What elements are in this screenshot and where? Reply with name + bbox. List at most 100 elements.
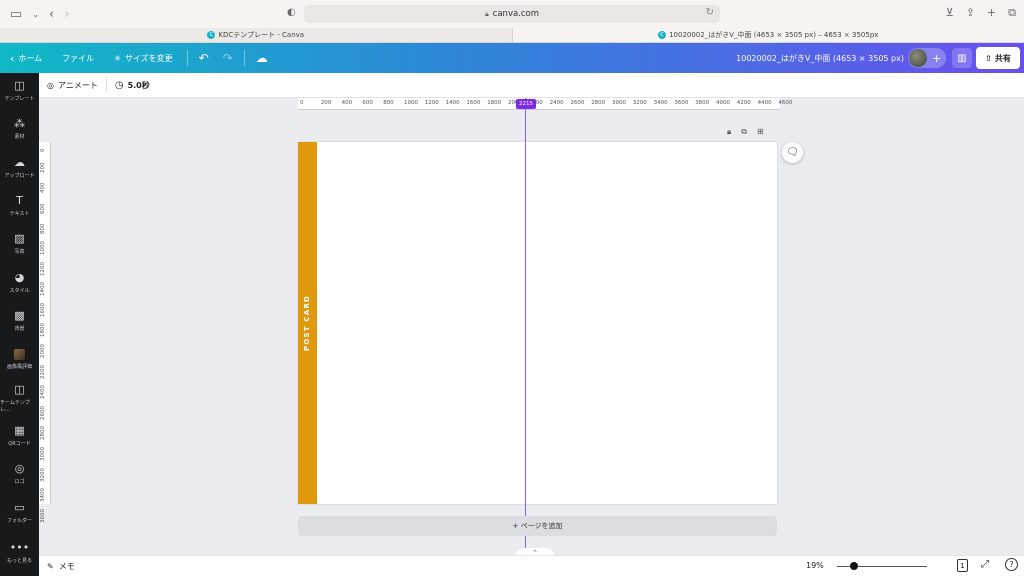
avatar[interactable] (909, 49, 927, 67)
post-card-text[interactable]: POST CARD (303, 295, 311, 351)
ruler-tick: 0 (40, 148, 46, 153)
editor-header: ‹ ホーム ファイル ✳ サイズを変更 ↶ ↷ ☁ 10020002_はがきV_… (0, 43, 1024, 73)
lock-page-icon[interactable]: 🔒︎ (727, 127, 731, 137)
sidebar-item-templates[interactable]: ◫ テンプレート (0, 73, 39, 109)
ruler-tick: 600 (362, 100, 373, 106)
duration-button[interactable]: ◷ 5.0秒 (107, 80, 158, 91)
duration-label: 5.0秒 (127, 80, 150, 90)
template-icon: ◫ (14, 79, 25, 92)
text-icon: T (16, 194, 23, 207)
page-count-button[interactable]: 1 (957, 559, 968, 572)
address-bar[interactable]: 🔒︎ canva.com ↻ (304, 5, 720, 23)
ruler-tick: 3600 (674, 100, 689, 106)
sidebar-item-label: フォルダー (6, 518, 32, 524)
background-icon: ▩ (14, 309, 25, 322)
ruler-tick: 4400 (757, 100, 772, 106)
cloud-save-icon[interactable]: ☁ (249, 51, 275, 65)
sidebar-toggle-icon[interactable]: ▭ (10, 7, 22, 22)
elements-icon: ⁂ (14, 117, 25, 130)
add-collaborator-icon[interactable]: + (932, 52, 941, 65)
file-label: ファイル (62, 53, 95, 63)
sidebar-item-logo[interactable]: ◎ ロゴ (0, 456, 39, 492)
notes-button[interactable]: ✎ メモ (39, 561, 75, 572)
share-button[interactable]: ⇧ 共有 (976, 47, 1020, 69)
sidebar-item-label: QRコード (8, 441, 31, 447)
sidebar-item-photos[interactable]: ▨ 写真 (0, 226, 39, 262)
sidebar-item-styles[interactable]: ◕ スタイル (0, 265, 39, 301)
collaborators[interactable]: + (908, 48, 946, 68)
ruler-tick: 4600 (778, 100, 793, 106)
ruler-tick: 1800 (40, 323, 46, 338)
sidebar-item-text[interactable]: T テキスト (0, 188, 39, 224)
ruler-tick: 200 (320, 100, 332, 106)
ruler-tick: 2600 (570, 100, 585, 106)
sidebar-item-uploads[interactable]: ☁ アップロード (0, 150, 39, 186)
ruler-tick: 2800 (40, 426, 46, 441)
home-button[interactable]: ‹ ホーム (0, 43, 52, 73)
add-comment-button[interactable]: 🗨︎ (782, 142, 803, 163)
sidebar-item-qr-code[interactable]: ▦ QRコード (0, 418, 39, 454)
sidebar-item-elements[interactable]: ⁂ 素材 (0, 111, 39, 147)
ruler-tick: 800 (40, 223, 46, 235)
postcard-strip[interactable]: POST CARD (298, 142, 317, 504)
back-icon[interactable]: ‹ (49, 7, 54, 22)
clock-icon: ◷ (114, 79, 124, 91)
tab-bar: C KDCテンプレート - Canva C 10020002_はがきV_中面 (… (0, 28, 1024, 43)
sidebar-item-label: 写真 (14, 249, 25, 255)
privacy-shield-icon[interactable]: ◐ (287, 7, 296, 18)
ruler-tick: 2600 (40, 405, 46, 420)
fullscreen-icon[interactable]: ⤢ (981, 559, 989, 570)
reload-icon[interactable]: ↻ (706, 7, 714, 18)
notes-icon: ✎ (47, 561, 54, 571)
chevron-down-icon[interactable]: ⌄ (32, 10, 39, 19)
sidebar-item-app[interactable]: 画像風評価 (0, 341, 39, 377)
share-sheet-icon[interactable]: ⇪ (966, 6, 975, 20)
ruler-tick: 800 (383, 100, 394, 106)
new-tab-icon[interactable]: + (987, 6, 996, 20)
sidebar-item-background[interactable]: ▩ 背景 (0, 303, 39, 339)
insights-button[interactable]: ▥ (952, 48, 972, 68)
sidebar-item-folders[interactable]: ▭ フォルダー (0, 495, 39, 531)
ruler-tick: 1600 (466, 100, 481, 106)
download-icon[interactable]: ⊻ (946, 6, 954, 20)
help-icon[interactable]: ? (1005, 558, 1018, 571)
duplicate-page-icon[interactable]: ⧉ (741, 127, 747, 137)
notes-label: メモ (58, 561, 75, 571)
zoom-slider-handle[interactable] (850, 562, 859, 570)
guide-line[interactable] (525, 98, 526, 558)
sidebar-item-team-templates[interactable]: ◫ チームテンプレ... (0, 380, 39, 416)
sidebar-item-label: チームテンプレ... (0, 399, 30, 413)
photo-icon: ▨ (14, 232, 25, 245)
design-page[interactable]: POST CARD (298, 142, 777, 504)
document-title[interactable]: 10020002_はがきV_中面 (4653 × 3505 px) (736, 43, 904, 73)
ruler-tick: 1400 (40, 282, 46, 297)
comment-icon: 🗨︎ (786, 147, 799, 158)
add-page-button[interactable]: + ページを追加 (298, 516, 777, 536)
upload-icon: ☁ (14, 156, 25, 169)
tab-overview-icon[interactable]: ⧉ (1008, 6, 1016, 20)
ruler-tick: 2400 (40, 385, 46, 400)
redo-icon[interactable]: ↷ (216, 51, 240, 65)
resize-button[interactable]: ✳ サイズを変更 (104, 43, 182, 73)
sidebar-item-label: ロゴ (14, 479, 25, 485)
tab-postcard-design[interactable]: C 10020002_はがきV_中面 (4653 × 3505 px) – 46… (511, 28, 1024, 42)
animate-label: アニメート (57, 80, 98, 90)
animate-button[interactable]: ◎ アニメート (39, 80, 106, 91)
tab-kdc-template[interactable]: C KDCテンプレート - Canva (0, 28, 512, 42)
sidebar-item-label: テキスト (9, 211, 30, 217)
team-template-icon: ◫ (14, 382, 25, 396)
file-menu-button[interactable]: ファイル (52, 43, 104, 73)
sidebar-item-label: アップロード (4, 173, 35, 179)
forward-icon[interactable]: › (64, 7, 69, 22)
page-actions: 🔒︎ ⧉ ⊞ (727, 127, 764, 137)
sidebar-item-label: 素材 (14, 134, 25, 140)
add-page-icon[interactable]: ⊞ (757, 127, 764, 137)
ruler-tick: 4000 (716, 100, 730, 106)
ruler-tick: 1400 (445, 100, 460, 106)
horizontal-ruler: 0200400600800100012001400160018002000220… (298, 98, 792, 110)
tab-label: KDCテンプレート - Canva (218, 31, 305, 39)
zoom-level[interactable]: 19% (806, 561, 824, 570)
sidebar-item-more[interactable]: ••• もっと見る (0, 535, 39, 571)
undo-icon[interactable]: ↶ (192, 51, 216, 65)
more-icon: ••• (9, 541, 30, 554)
